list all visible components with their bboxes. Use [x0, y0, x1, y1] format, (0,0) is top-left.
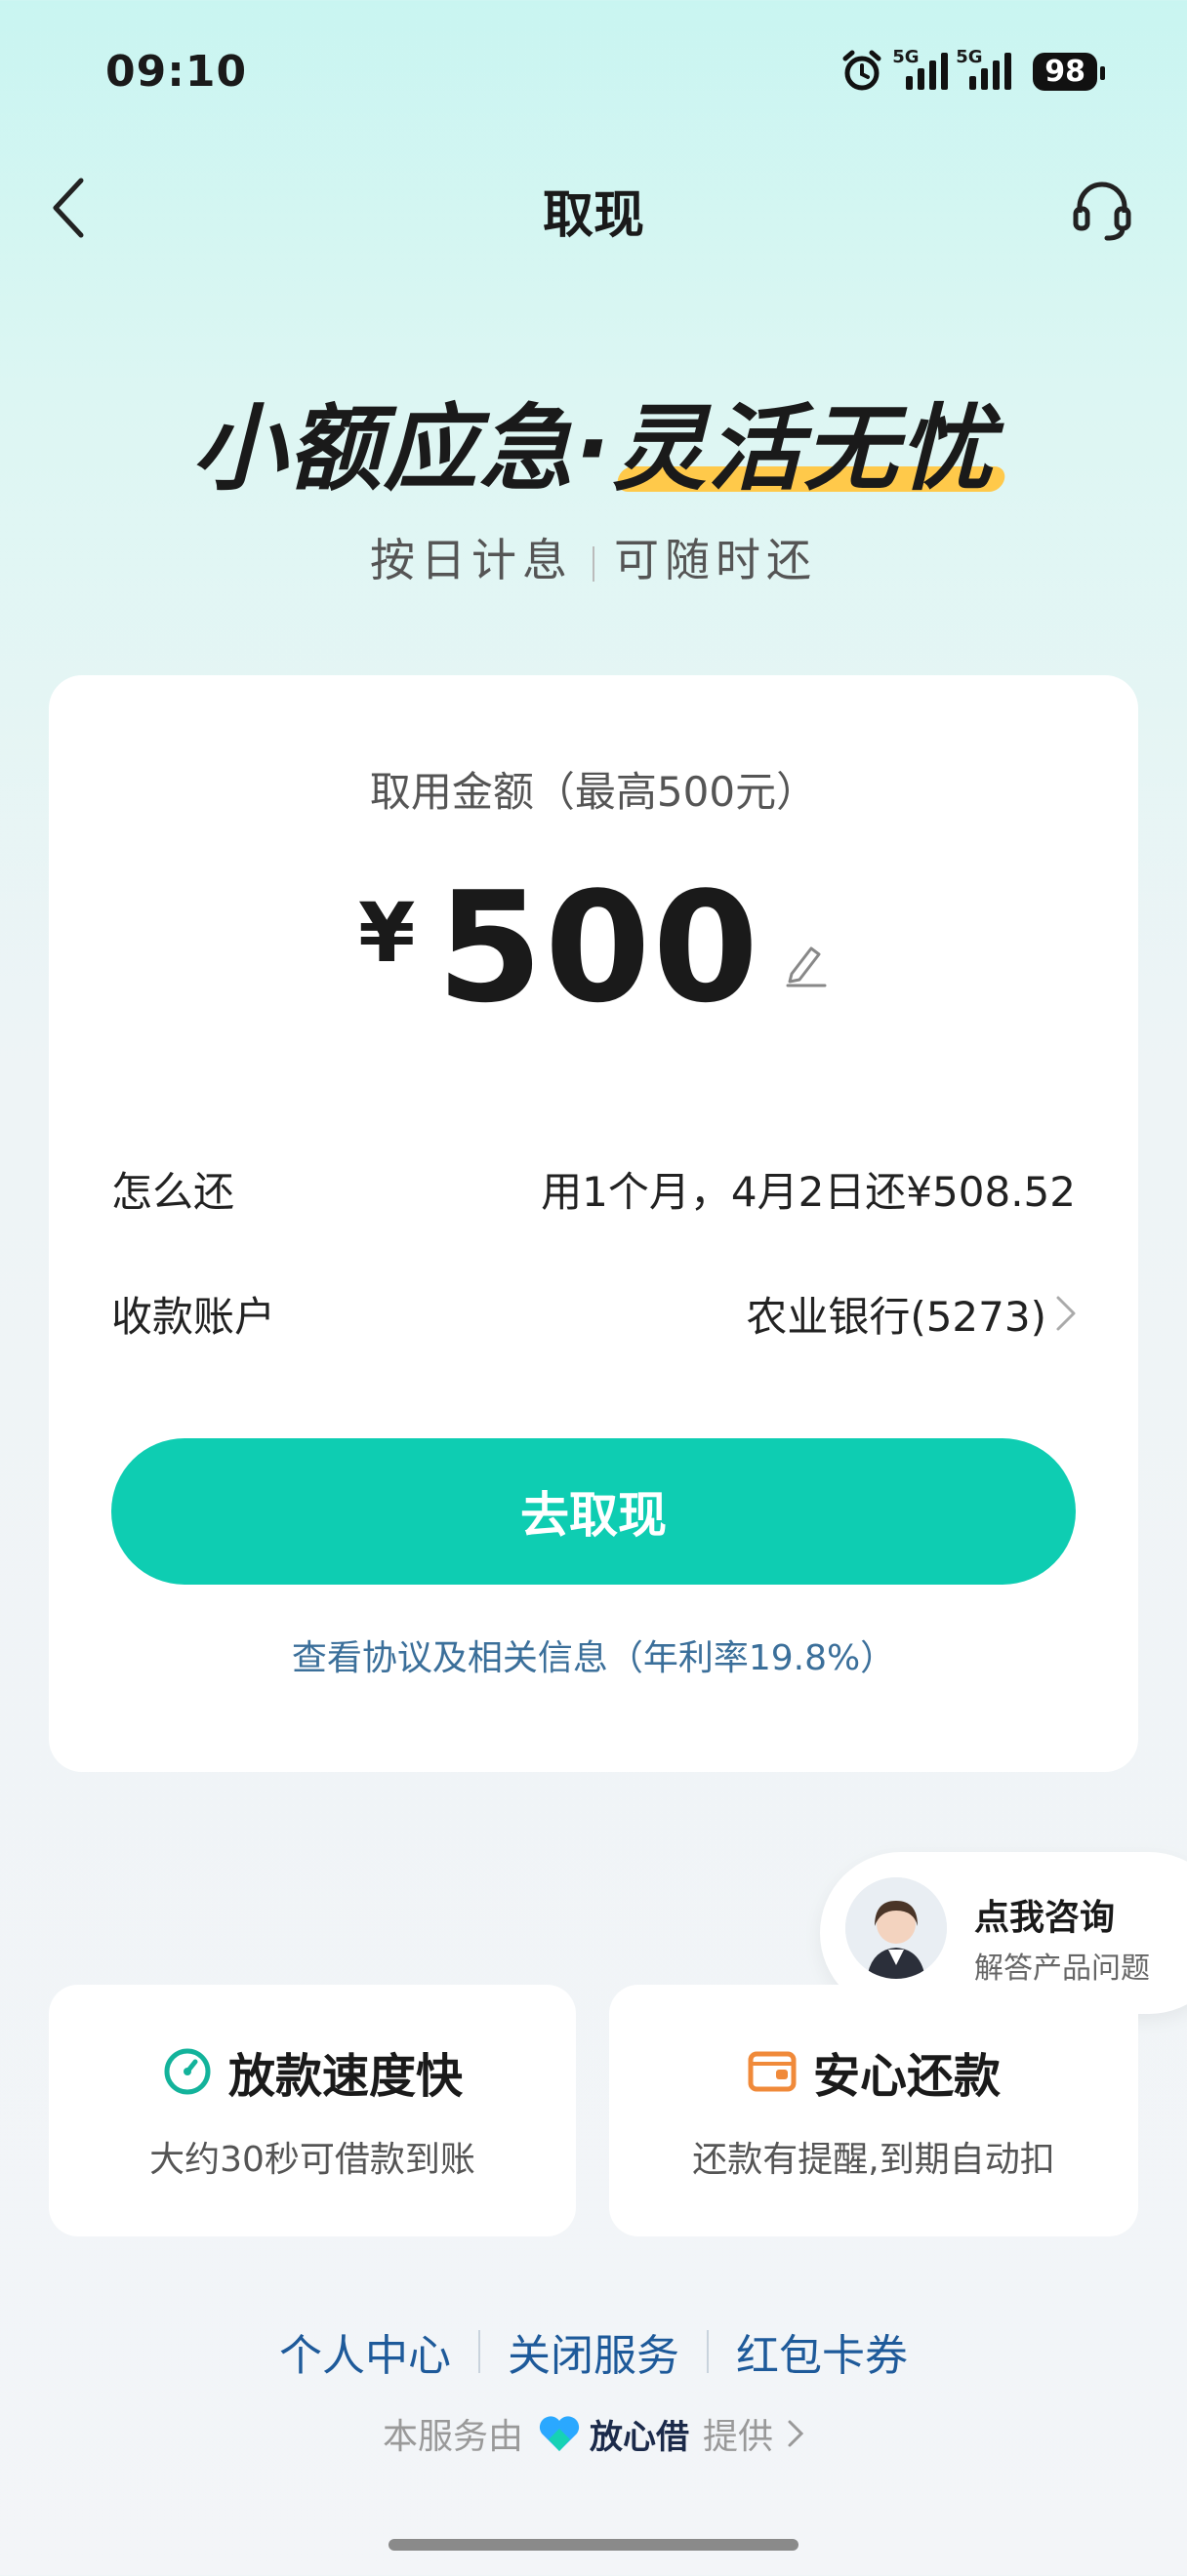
page-title: 取现 [542, 186, 644, 245]
footer-links: 个人中心 关闭服务 红包卡券 [0, 2320, 1187, 2383]
feature-fast-desc: 大约30秒可借款到账 [149, 2140, 475, 2180]
feature-fast-header: 放款速度快 [49, 2037, 576, 2106]
repay-value: 用1个月，4月2日还¥508.52 [541, 1168, 1076, 1216]
link-personal-center[interactable]: 个人中心 [279, 2320, 451, 2383]
provider-info[interactable]: 本服务由 放心借 提供 [0, 2408, 1187, 2459]
headset-icon [1073, 181, 1131, 241]
chevron-right-icon[interactable] [1054, 1294, 1078, 1333]
edit-icon[interactable] [782, 941, 829, 987]
heart-logo-icon [539, 2416, 580, 2451]
status-time: 09:10 [105, 47, 248, 97]
feature-fast-title: 放款速度快 [227, 2049, 463, 2104]
feature-safe-desc: 还款有提醒,到期自动扣 [692, 2140, 1055, 2180]
hero-sub-left: 按日计息 [370, 534, 573, 586]
wallet-icon [748, 2051, 797, 2092]
provider-suffix: 提供 [703, 2417, 774, 2457]
agreement-link[interactable]: 查看协议及相关信息（年利率19.8%） [0, 1630, 1187, 1680]
provider-prefix: 本服务由 [382, 2417, 523, 2457]
signal-icon: 5G [892, 47, 949, 90]
feature-card-fast [49, 1985, 576, 2236]
chevron-right-icon [788, 2420, 804, 2447]
link-close-service[interactable]: 关闭服务 [508, 2320, 679, 2383]
amount-value[interactable]: 500 [436, 859, 760, 1036]
amount-row: ¥ 500 [0, 859, 1187, 1036]
repay-label: 怎么还 [111, 1168, 235, 1216]
consult-title[interactable]: 点我咨询 [974, 1889, 1115, 1940]
amount-label: 取用金额（最高500元） [369, 768, 818, 816]
battery-indicator: 98 [1033, 52, 1105, 91]
link-coupons[interactable]: 红包卡券 [736, 2320, 908, 2383]
speed-gauge-icon [164, 2048, 211, 2095]
hero-title-part1: 小额应急· [191, 394, 613, 503]
home-indicator[interactable] [389, 2539, 798, 2551]
account-value[interactable]: 农业银行(5273) [746, 1284, 1046, 1344]
hero-subtitle: 按日计息 可随时还 [0, 525, 1187, 589]
hero-sub-right: 可随时还 [614, 534, 817, 586]
currency-symbol: ¥ [357, 885, 416, 981]
provider-brand: 放心借 [537, 2410, 689, 2458]
signal-icon-2: 5G [956, 47, 1012, 90]
withdraw-button[interactable]: 去取现 [111, 1438, 1076, 1585]
withdraw-card [49, 675, 1138, 1772]
account-label: 收款账户 [111, 1293, 276, 1341]
feature-safe-title: 安心还款 [812, 2049, 1001, 2104]
consult-subtitle: 解答产品问题 [974, 1952, 1150, 1986]
hero-divider [593, 545, 594, 582]
alarm-icon [842, 50, 881, 91]
customer-service-button[interactable] [1068, 176, 1136, 244]
hero-title-highlight: 灵活无忧 [612, 394, 996, 503]
hero-title: 小额应急·灵活无忧 [0, 373, 1187, 508]
feature-safe-header: 安心还款 [609, 2037, 1138, 2106]
avatar[interactable] [845, 1877, 947, 1979]
status-icons: 5G 5G 98 [839, 47, 1105, 94]
agent-avatar-image [845, 1877, 947, 1979]
feature-card-safe [609, 1985, 1138, 2236]
provider-brand-name: 放心借 [590, 2417, 689, 2457]
link-divider [707, 2330, 709, 2373]
link-divider [478, 2330, 480, 2373]
